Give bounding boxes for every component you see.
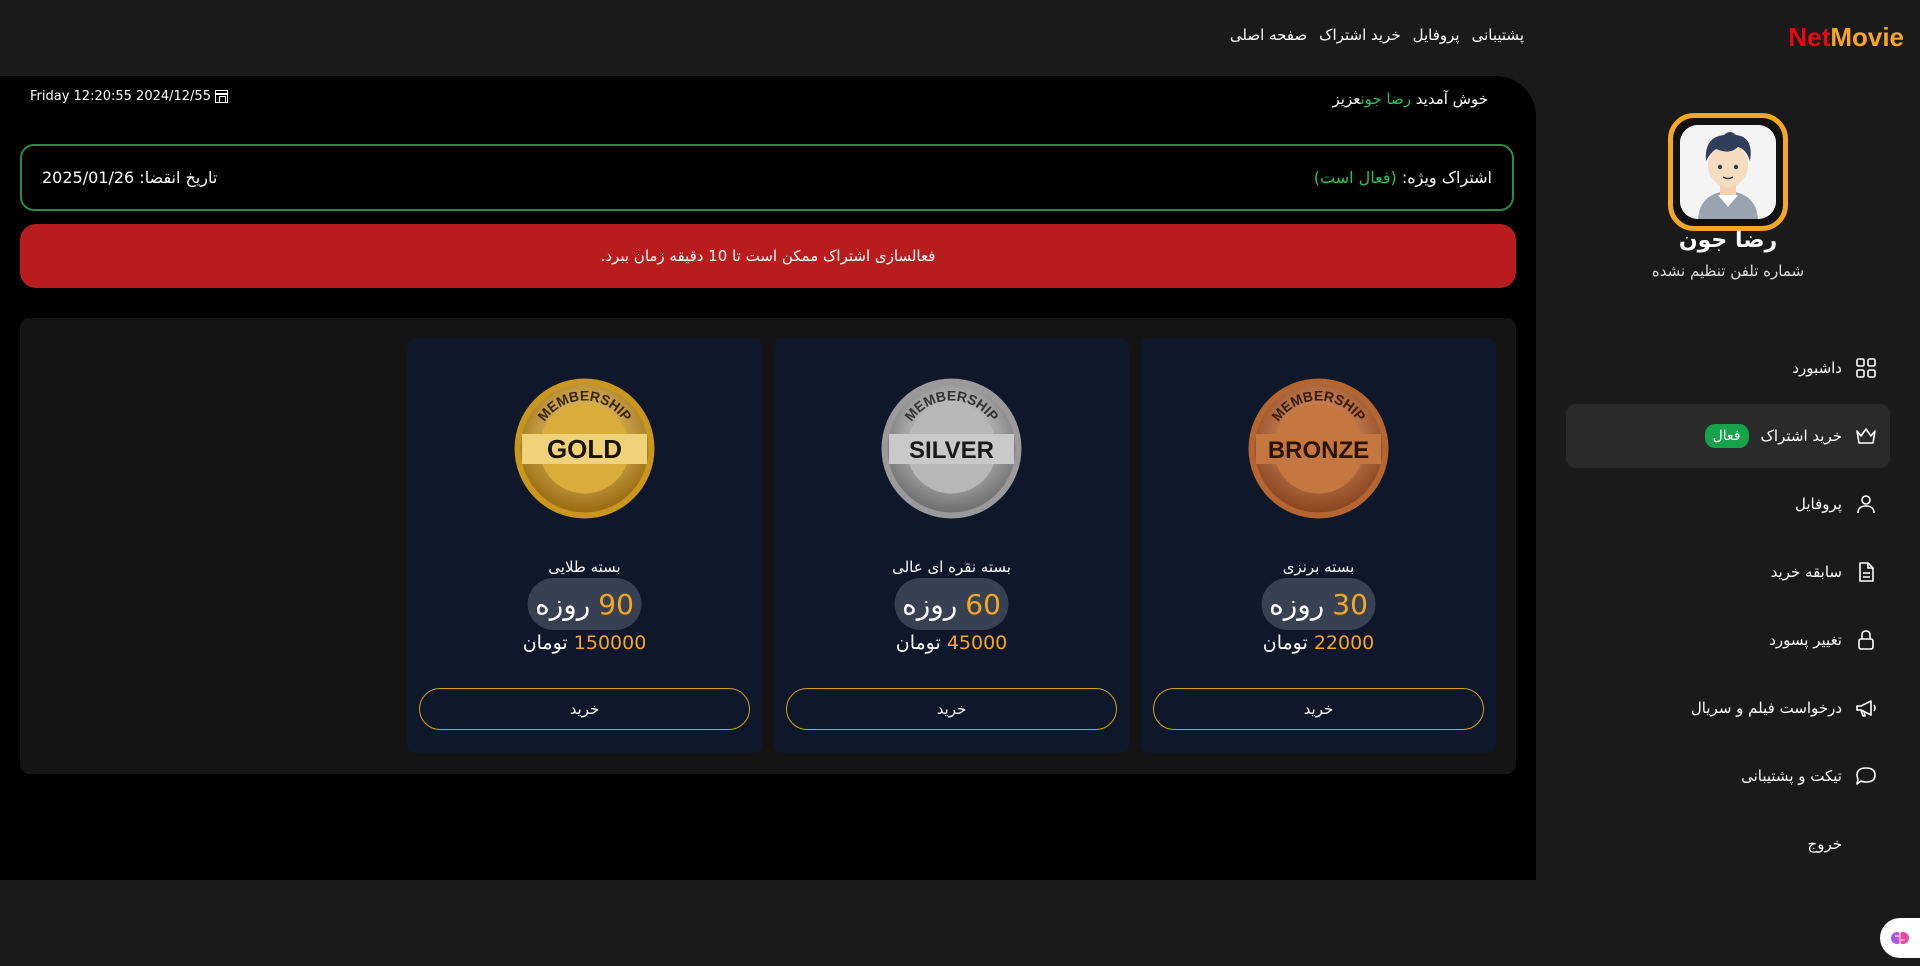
bronze-membership-badge: MEMBERSHIP BRONZE: [1248, 378, 1389, 519]
greeting-prefix: خوش آمدید: [1415, 90, 1488, 108]
brain-icon: [1891, 932, 1909, 944]
nav-home[interactable]: صفحه اصلی: [1230, 26, 1307, 44]
badge-title: SILVER: [909, 437, 994, 464]
sidebar-item-label: تیکت و پشتیبانی: [1741, 767, 1842, 785]
badge-title: BRONZE: [1268, 437, 1369, 464]
badge-title: GOLD: [547, 434, 622, 464]
sidebar-item-movie-request[interactable]: درخواست فیلم و سریال: [1566, 676, 1890, 740]
plans-panel: MEMBERSHIP BRONZE بسته برنزی 30 روزه 220…: [20, 318, 1516, 774]
plan-days: 90: [598, 587, 634, 621]
sidebar-item-buy-subscription[interactable]: خرید اشتراک فعال: [1566, 404, 1890, 468]
welcome-message: خوش آمدید رضا جونعزیز: [1333, 90, 1489, 108]
sidebar-item-profile[interactable]: پروفایل: [1566, 472, 1890, 536]
plan-price: 45000 تومان: [774, 632, 1129, 654]
plan-days-unit: روزه: [902, 587, 958, 621]
buy-gold-button[interactable]: خرید: [419, 688, 750, 730]
sidebar-item-label: خروج: [1807, 835, 1842, 853]
plan-duration: 60 روزه: [894, 578, 1009, 630]
subscription-status: اشتراک ویژه: (فعال است): [1314, 168, 1492, 187]
nav-support[interactable]: پشتیبانی: [1472, 26, 1524, 44]
greeting-username: رضا جون: [1360, 90, 1411, 108]
plan-name: بسته طلایی: [548, 558, 621, 576]
plan-card-silver: MEMBERSHIP SILVER بسته نقره ای عالی 60 ر…: [774, 338, 1129, 753]
sidebar-item-change-password[interactable]: تغییر پسورد: [1566, 608, 1890, 672]
sidebar-item-logout[interactable]: خروج: [1566, 812, 1890, 876]
plan-days-unit: روزه: [535, 587, 591, 621]
megaphone-icon: [1856, 700, 1876, 717]
sidebar-item-label: درخواست فیلم و سریال: [1690, 699, 1842, 717]
plan-currency: تومان: [1262, 632, 1308, 654]
plan-name: بسته برنزی: [1282, 558, 1355, 576]
sidebar-item-label: پروفایل: [1795, 495, 1842, 513]
plan-price: 22000 تومان: [1141, 632, 1496, 654]
plan-duration: 30 روزه: [1261, 578, 1376, 630]
subscription-active-text: (فعال است): [1313, 168, 1397, 187]
plan-price-amount: 45000: [946, 632, 1008, 654]
buy-silver-button[interactable]: خرید: [786, 688, 1117, 730]
nav-profile[interactable]: پروفایل: [1413, 26, 1460, 44]
top-header: NetMovie صفحه اصلی خرید اشتراک پروفایل پ…: [0, 0, 1920, 76]
subscription-label: اشتراک ویژه:: [1401, 168, 1492, 187]
sidebar-item-tickets-support[interactable]: تیکت و پشتیبانی: [1566, 744, 1890, 808]
sidebar-item-label: خرید اشتراک: [1760, 427, 1843, 445]
profile-phone: شماره تلفن تنظیم نشده: [1651, 262, 1805, 280]
avatar[interactable]: [1668, 113, 1788, 231]
logo-net: Net: [1788, 22, 1831, 52]
avatar-image: [1680, 125, 1776, 219]
brand-logo[interactable]: NetMovie: [1788, 22, 1904, 53]
nav-buy-subscription[interactable]: خرید اشتراک: [1319, 26, 1401, 44]
user-avatar-illustration: [1680, 125, 1776, 219]
sidebar-item-label: سابقه خرید: [1770, 563, 1842, 581]
crown-icon: [1856, 428, 1876, 444]
plan-currency: تومان: [895, 632, 941, 654]
greeting-suffix: عزیز: [1332, 90, 1361, 108]
logout-icon-placeholder: [1854, 832, 1878, 856]
plan-card-bronze: MEMBERSHIP BRONZE بسته برنزی 30 روزه 220…: [1141, 338, 1496, 753]
sidebar-item-purchase-history[interactable]: سابقه خرید: [1566, 540, 1890, 604]
sidebar-item-label: تغییر پسورد: [1769, 631, 1842, 649]
sidebar-item-label: داشبورد: [1792, 359, 1842, 377]
subscription-status-box: اشتراک ویژه: (فعال است) تاریخ انقضا: 202…: [20, 144, 1514, 211]
calendar-icon: [214, 90, 228, 103]
plan-price: 150000 تومان: [407, 632, 762, 654]
profile-name: رضا جون: [1678, 228, 1778, 253]
plan-days: 60: [965, 587, 1001, 621]
plan-currency: تومان: [522, 632, 568, 654]
plan-days: 30: [1332, 587, 1368, 621]
document-icon: [1859, 562, 1874, 582]
plan-card-gold: MEMBERSHIP GOLD بسته طلایی 90 روزه 15000…: [407, 338, 762, 753]
datetime-display: Friday 12:20:55 2024/12/55: [30, 89, 228, 104]
plan-name: بسته نقره ای عالی: [892, 558, 1011, 576]
user-icon: [1857, 495, 1875, 514]
datetime-text: Friday 12:20:55 2024/12/55: [30, 89, 211, 104]
expiry-date: تاریخ انقضا: 2025/01/26: [42, 168, 218, 187]
activation-alert: فعالسازی اشتراک ممکن است تا 10 دقیقه زما…: [20, 224, 1516, 288]
logo-movie: Movie: [1830, 22, 1904, 52]
gold-membership-badge: MEMBERSHIP GOLD: [514, 378, 655, 519]
silver-membership-badge: MEMBERSHIP SILVER: [881, 378, 1022, 519]
grid-icon: [1856, 358, 1876, 378]
active-badge: فعال: [1704, 424, 1749, 448]
plan-price-amount: 22000: [1313, 632, 1375, 654]
main-panel: خوش آمدید رضا جونعزیز Friday 12:20:55 20…: [0, 76, 1536, 880]
plan-price-amount: 150000: [573, 632, 647, 654]
plan-duration: 90 روزه: [527, 578, 642, 630]
chat-bubble-icon: [1856, 767, 1876, 785]
lock-icon: [1858, 630, 1874, 650]
buy-bronze-button[interactable]: خرید: [1153, 688, 1484, 730]
sidebar-item-dashboard[interactable]: داشبورد: [1566, 336, 1890, 400]
plan-days-unit: روزه: [1269, 587, 1325, 621]
floating-assistant-button[interactable]: [1880, 918, 1920, 958]
main-nav: صفحه اصلی خرید اشتراک پروفایل پشتیبانی: [1230, 26, 1524, 44]
